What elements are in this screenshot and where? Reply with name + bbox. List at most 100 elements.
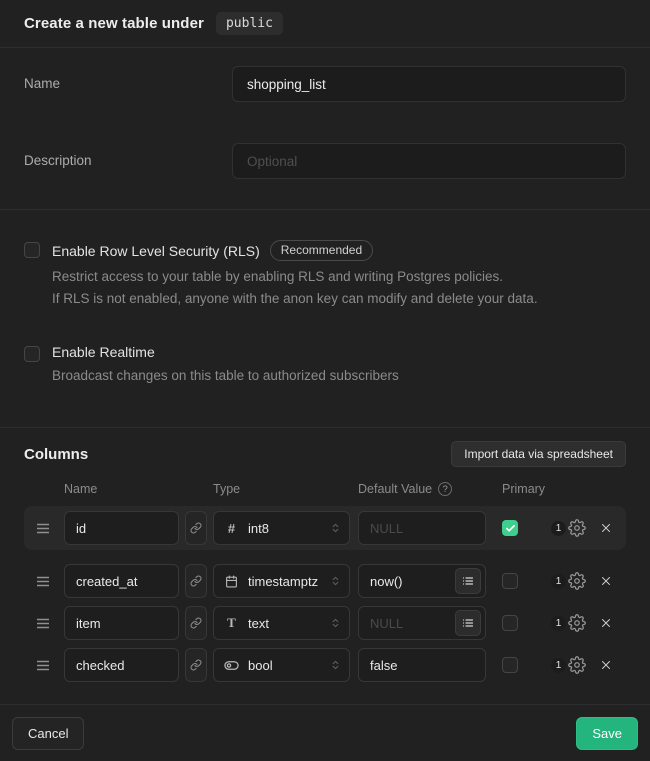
chevrons-up-down-icon bbox=[330, 574, 341, 588]
column-settings-button[interactable]: 1 bbox=[551, 519, 586, 537]
column-settings-button[interactable]: 1 bbox=[551, 656, 586, 674]
settings-count-badge: 1 bbox=[551, 658, 566, 673]
table-description-input[interactable] bbox=[232, 143, 626, 179]
primary-checkbox[interactable] bbox=[502, 573, 518, 589]
default-value-input[interactable]: NULL bbox=[358, 606, 486, 640]
name-row: Name bbox=[24, 66, 626, 102]
dialog-footer: Cancel Save bbox=[0, 705, 650, 761]
import-spreadsheet-button[interactable]: Import data via spreadsheet bbox=[451, 441, 626, 467]
foreign-key-button[interactable] bbox=[185, 648, 207, 682]
header-primary: Primary bbox=[502, 482, 518, 496]
chevrons-up-down-icon bbox=[330, 658, 341, 672]
header-name: Name bbox=[64, 482, 179, 496]
realtime-block: Enable Realtime Broadcast changes on thi… bbox=[24, 344, 626, 387]
column-type-select[interactable]: # int8 bbox=[213, 511, 350, 545]
table-options-section: Enable Row Level Security (RLS) Recommen… bbox=[0, 210, 650, 428]
description-row: Description bbox=[24, 143, 626, 179]
remove-column-button[interactable] bbox=[598, 616, 614, 630]
column-name-input[interactable] bbox=[64, 648, 179, 682]
header-default-value: Default Value ? bbox=[358, 482, 486, 496]
schema-badge: public bbox=[216, 12, 283, 35]
gear-icon bbox=[568, 656, 586, 674]
column-name-input[interactable] bbox=[64, 511, 179, 545]
primary-checkbox[interactable] bbox=[502, 520, 518, 536]
list-icon bbox=[462, 575, 474, 587]
columns-table-header: Name Type Default Value ? Primary bbox=[24, 482, 626, 496]
x-icon bbox=[599, 658, 613, 672]
realtime-checkbox[interactable] bbox=[24, 346, 40, 362]
drag-handle-icon[interactable] bbox=[36, 522, 52, 535]
column-name-input[interactable] bbox=[64, 564, 179, 598]
column-type-label: text bbox=[248, 616, 269, 631]
table-name-input[interactable] bbox=[232, 66, 626, 102]
name-label: Name bbox=[24, 66, 232, 91]
drag-handle-icon[interactable] bbox=[36, 575, 52, 588]
dialog-header: Create a new table under public bbox=[0, 0, 650, 48]
x-icon bbox=[599, 521, 613, 535]
realtime-description: Broadcast changes on this table to autho… bbox=[52, 365, 399, 387]
remove-column-button[interactable] bbox=[598, 574, 614, 588]
link-icon bbox=[190, 522, 202, 534]
column-settings-button[interactable]: 1 bbox=[551, 572, 586, 590]
column-type-label: timestamptz bbox=[248, 574, 318, 589]
column-type-select[interactable]: bool bbox=[213, 648, 350, 682]
calendar-icon bbox=[224, 575, 239, 588]
realtime-label: Enable Realtime bbox=[52, 344, 155, 360]
header-type: Type bbox=[213, 482, 350, 496]
default-value-input[interactable]: now() bbox=[358, 564, 486, 598]
column-type-label: bool bbox=[248, 658, 273, 673]
default-value-text: NULL bbox=[370, 521, 403, 536]
remove-column-button[interactable] bbox=[598, 658, 614, 672]
drag-handle-icon[interactable] bbox=[36, 617, 52, 630]
column-row: timestamptz now() 1 bbox=[24, 564, 626, 598]
column-type-label: int8 bbox=[248, 521, 269, 536]
hash-icon: # bbox=[224, 521, 239, 536]
settings-count-badge: 1 bbox=[551, 616, 566, 631]
gear-icon bbox=[568, 572, 586, 590]
columns-title: Columns bbox=[24, 446, 88, 463]
foreign-key-button[interactable] bbox=[185, 564, 207, 598]
text-icon: T bbox=[224, 615, 239, 631]
foreign-key-button[interactable] bbox=[185, 511, 207, 545]
default-value-menu-button[interactable] bbox=[455, 568, 481, 594]
default-value-input[interactable]: false bbox=[358, 648, 486, 682]
rls-label: Enable Row Level Security (RLS) bbox=[52, 243, 260, 259]
columns-section: Columns Import data via spreadsheet Name… bbox=[0, 428, 650, 705]
x-icon bbox=[599, 574, 613, 588]
dialog-title: Create a new table under bbox=[24, 15, 204, 32]
primary-checkbox[interactable] bbox=[502, 657, 518, 673]
primary-checkbox[interactable] bbox=[502, 615, 518, 631]
default-value-text: NULL bbox=[370, 616, 403, 631]
link-icon bbox=[190, 617, 202, 629]
drag-handle-icon[interactable] bbox=[36, 659, 52, 672]
default-value-menu-button[interactable] bbox=[455, 610, 481, 636]
help-icon[interactable]: ? bbox=[438, 482, 452, 496]
save-button[interactable]: Save bbox=[576, 717, 638, 750]
rls-checkbox[interactable] bbox=[24, 242, 40, 258]
description-label: Description bbox=[24, 143, 232, 168]
column-type-select[interactable]: timestamptz bbox=[213, 564, 350, 598]
settings-count-badge: 1 bbox=[551, 574, 566, 589]
default-value-input[interactable]: NULL bbox=[358, 511, 486, 545]
list-icon bbox=[462, 617, 474, 629]
rls-block: Enable Row Level Security (RLS) Recommen… bbox=[24, 240, 626, 310]
default-value-text: now() bbox=[370, 574, 403, 589]
foreign-key-button[interactable] bbox=[185, 606, 207, 640]
column-type-select[interactable]: T text bbox=[213, 606, 350, 640]
chevrons-up-down-icon bbox=[330, 616, 341, 630]
rls-description: Restrict access to your table by enablin… bbox=[52, 266, 538, 310]
column-row: # int8 NULL 1 bbox=[24, 506, 626, 550]
x-icon bbox=[599, 616, 613, 630]
cancel-button[interactable]: Cancel bbox=[12, 717, 84, 750]
column-row: T text NULL 1 bbox=[24, 606, 626, 640]
column-name-input[interactable] bbox=[64, 606, 179, 640]
columns-list: # int8 NULL 1 bbox=[0, 506, 650, 682]
check-icon bbox=[505, 523, 516, 534]
recommended-badge: Recommended bbox=[270, 240, 373, 261]
column-settings-button[interactable]: 1 bbox=[551, 614, 586, 632]
default-value-text: false bbox=[370, 658, 397, 673]
settings-count-badge: 1 bbox=[551, 521, 566, 536]
table-meta-section: Name Description bbox=[0, 48, 650, 210]
link-icon bbox=[190, 659, 202, 671]
remove-column-button[interactable] bbox=[598, 521, 614, 535]
